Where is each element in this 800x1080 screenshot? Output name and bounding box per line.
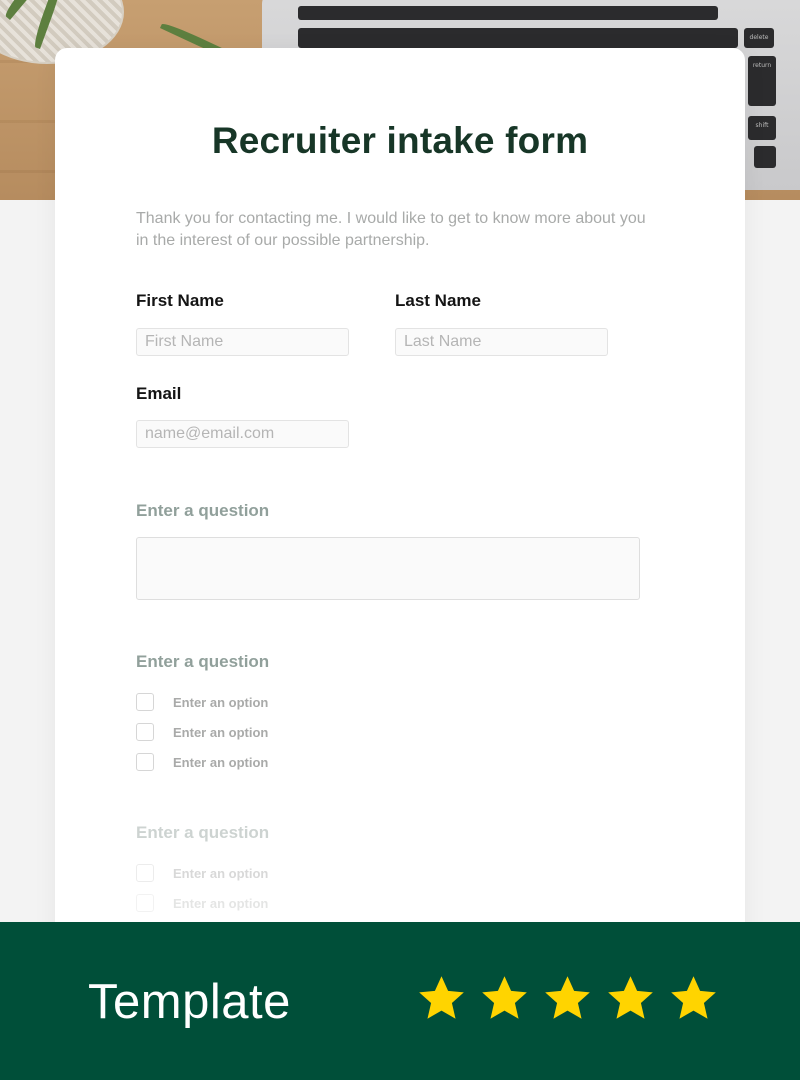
option-checkbox[interactable] — [136, 894, 154, 912]
key-return: return — [748, 56, 776, 106]
option-checkbox[interactable] — [136, 864, 154, 882]
option-label: Enter an option — [173, 754, 269, 770]
star-rating — [416, 973, 719, 1024]
star-icon — [482, 976, 527, 1019]
question-label: Enter a question — [136, 652, 270, 671]
option-checkbox[interactable] — [136, 693, 154, 711]
form-card: Recruiter intake form Thank you for cont… — [55, 48, 745, 948]
last-name-label: Last Name — [395, 291, 481, 310]
question-answer-textarea[interactable] — [136, 537, 640, 600]
option-label: Enter an option — [173, 865, 269, 881]
option-row[interactable]: Enter an option — [136, 893, 268, 913]
first-name-input[interactable] — [136, 328, 349, 356]
option-checkbox[interactable] — [136, 723, 154, 741]
email-label: Email — [136, 384, 182, 403]
star-icon — [545, 976, 590, 1019]
last-name-input[interactable] — [395, 328, 608, 356]
star-icon — [419, 976, 464, 1019]
question-label: Enter a question — [136, 823, 270, 842]
key-row — [298, 28, 738, 48]
first-name-label: First Name — [136, 291, 224, 310]
option-checkbox[interactable] — [136, 753, 154, 771]
form-title: Recruiter intake form — [211, 120, 589, 161]
option-row[interactable]: Enter an option — [136, 722, 268, 742]
key-delete: delete — [744, 28, 774, 48]
option-label: Enter an option — [173, 694, 269, 710]
star-icon — [608, 976, 653, 1019]
option-row[interactable]: Enter an option — [136, 752, 268, 772]
star-icon — [671, 976, 716, 1019]
key-arrow — [754, 146, 776, 168]
option-label: Enter an option — [173, 724, 269, 740]
option-row[interactable]: Enter an option — [136, 692, 268, 712]
option-label: Enter an option — [173, 895, 269, 911]
key-shift: shift — [748, 116, 776, 140]
email-input[interactable] — [136, 420, 349, 448]
key-row — [298, 6, 718, 20]
footer-label: Template — [88, 975, 291, 1029]
form-intro: Thank you for contacting me. I would lik… — [136, 210, 646, 249]
question-label: Enter a question — [136, 501, 270, 520]
footer-banner: Template — [0, 922, 800, 1080]
option-row[interactable]: Enter an option — [136, 863, 268, 883]
